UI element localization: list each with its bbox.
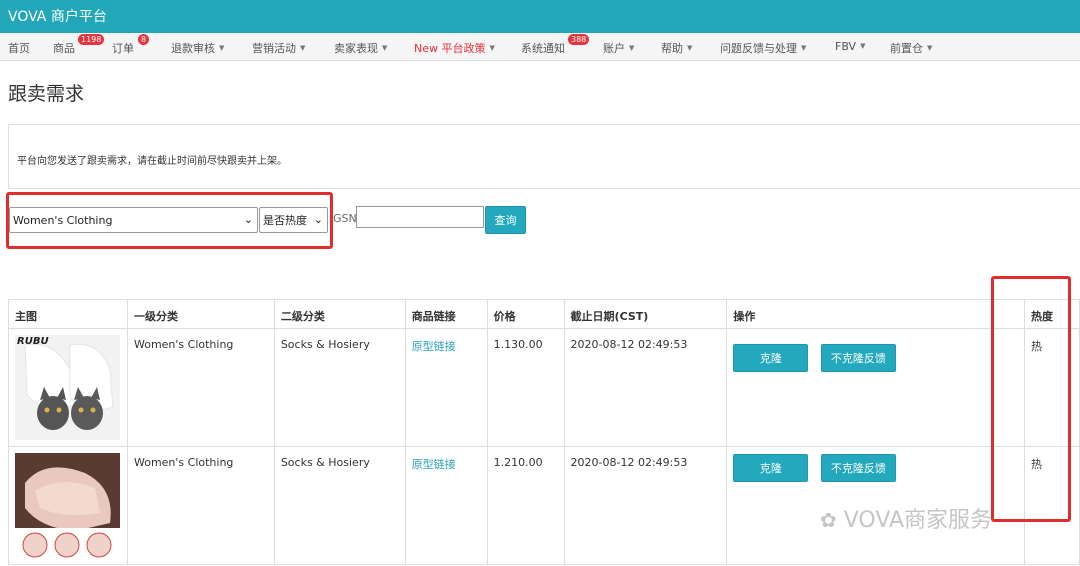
nav-item-orders[interactable]: 订单 (112, 40, 134, 56)
category-2-cell: Socks & Hosiery (273, 328, 406, 447)
header-category-1: 一级分类 (126, 299, 275, 329)
product-image[interactable]: RUBU (15, 335, 120, 440)
clone-button[interactable]: 克隆 (733, 454, 809, 482)
price-cell: 1.210.00 (486, 446, 565, 565)
app-title: VOVA 商户平台 (8, 9, 107, 25)
product-image-cell (8, 446, 128, 565)
nav-item-marketing[interactable]: 营销活动 ▼ (252, 40, 305, 56)
table-header-row: 主图 一级分类 二级分类 商品链接 价格 截止日期(CST) 操作 热度 (8, 299, 1080, 329)
category-2-cell: Socks & Hosiery (273, 446, 406, 565)
nav-item-fbv[interactable]: FBV ▼ (835, 40, 865, 53)
header-price: 价格 (486, 299, 565, 329)
product-image-cell: RUBU (8, 328, 128, 447)
nav-item-feedback[interactable]: 问题反馈与处理 ▼ (720, 40, 806, 56)
orders-badge: 8 (138, 34, 150, 45)
hot-column-highlight-box (991, 276, 1071, 522)
nav-item-system-notice[interactable]: 系统通知 (521, 40, 565, 56)
filter-highlight-box (6, 192, 333, 249)
nav-item-home[interactable]: 首页 (8, 40, 30, 56)
prototype-link[interactable]: 原型链接 (412, 340, 456, 353)
image-brand-text: RUBU (17, 336, 49, 347)
caret-down-icon: ▼ (219, 44, 225, 52)
category-1-cell: Women's Clothing (126, 446, 275, 565)
caret-down-icon: ▼ (489, 44, 495, 52)
no-clone-feedback-button[interactable]: 不克隆反馈 (820, 454, 896, 482)
clone-button[interactable]: 克隆 (733, 344, 809, 372)
price-cell: 1.130.00 (486, 328, 565, 447)
wechat-icon: ✿ (820, 508, 837, 532)
header-category-2: 二级分类 (273, 299, 406, 329)
top-bar: VOVA 商户平台 (0, 0, 1080, 33)
nav-item-front-warehouse[interactable]: 前置仓 ▼ (890, 40, 932, 56)
notice-badge: 388 (568, 34, 590, 45)
search-button[interactable]: 查询 (485, 206, 526, 234)
header-deadline: 截止日期(CST) (563, 299, 728, 329)
nav-item-refund-review[interactable]: 退款审核 ▼ (171, 40, 224, 56)
product-image[interactable] (15, 453, 120, 558)
caret-down-icon: ▼ (687, 44, 693, 52)
no-clone-feedback-button[interactable]: 不克隆反馈 (820, 344, 896, 372)
notice-text: 平台向您发送了跟卖需求，请在截止时间前尽快跟卖并上架。 (17, 156, 287, 167)
gsn-input[interactable] (356, 206, 484, 228)
nav-item-platform-policy[interactable]: New 平台政策 ▼ (414, 40, 495, 56)
category-1-cell: Women's Clothing (126, 328, 275, 447)
products-badge: 1198 (78, 34, 105, 45)
product-link-cell: 原型链接 (404, 328, 488, 447)
caret-down-icon: ▼ (629, 44, 635, 52)
caret-down-icon: ▼ (300, 44, 306, 52)
header-product-link: 商品链接 (404, 299, 488, 329)
product-link-cell: 原型链接 (404, 446, 488, 565)
prototype-link[interactable]: 原型链接 (412, 458, 456, 471)
caret-down-icon: ▼ (927, 44, 933, 52)
deadline-cell: 2020-08-12 02:49:53 (563, 446, 728, 565)
actions-cell: 克隆 不克隆反馈 (726, 328, 1025, 447)
nav-item-account[interactable]: 账户 ▼ (603, 40, 634, 56)
nav-item-seller-performance[interactable]: 卖家表现 ▼ (334, 40, 387, 56)
nav-item-help[interactable]: 帮助 ▼ (661, 40, 692, 56)
watermark: ✿ VOVA商家服务 (820, 508, 993, 533)
page-title: 跟卖需求 (8, 83, 85, 105)
notice-panel: 平台向您发送了跟卖需求，请在截止时间前尽快跟卖并上架。 (8, 124, 1080, 189)
header-actions: 操作 (726, 299, 1025, 329)
header-main-image: 主图 (8, 299, 128, 329)
deadline-cell: 2020-08-12 02:49:53 (563, 328, 728, 447)
table-row: RUBU Women's Clothing Socks & Hosiery 原型… (8, 328, 1080, 447)
main-nav: 首页 商品 1198 订单 8 退款审核 ▼ 营销活动 ▼ 卖家表现 ▼ New 平台… (0, 33, 1080, 61)
nav-item-products[interactable]: 商品 (53, 40, 75, 56)
caret-down-icon: ▼ (801, 44, 807, 52)
caret-down-icon: ▼ (382, 44, 388, 52)
caret-down-icon: ▼ (860, 42, 866, 50)
